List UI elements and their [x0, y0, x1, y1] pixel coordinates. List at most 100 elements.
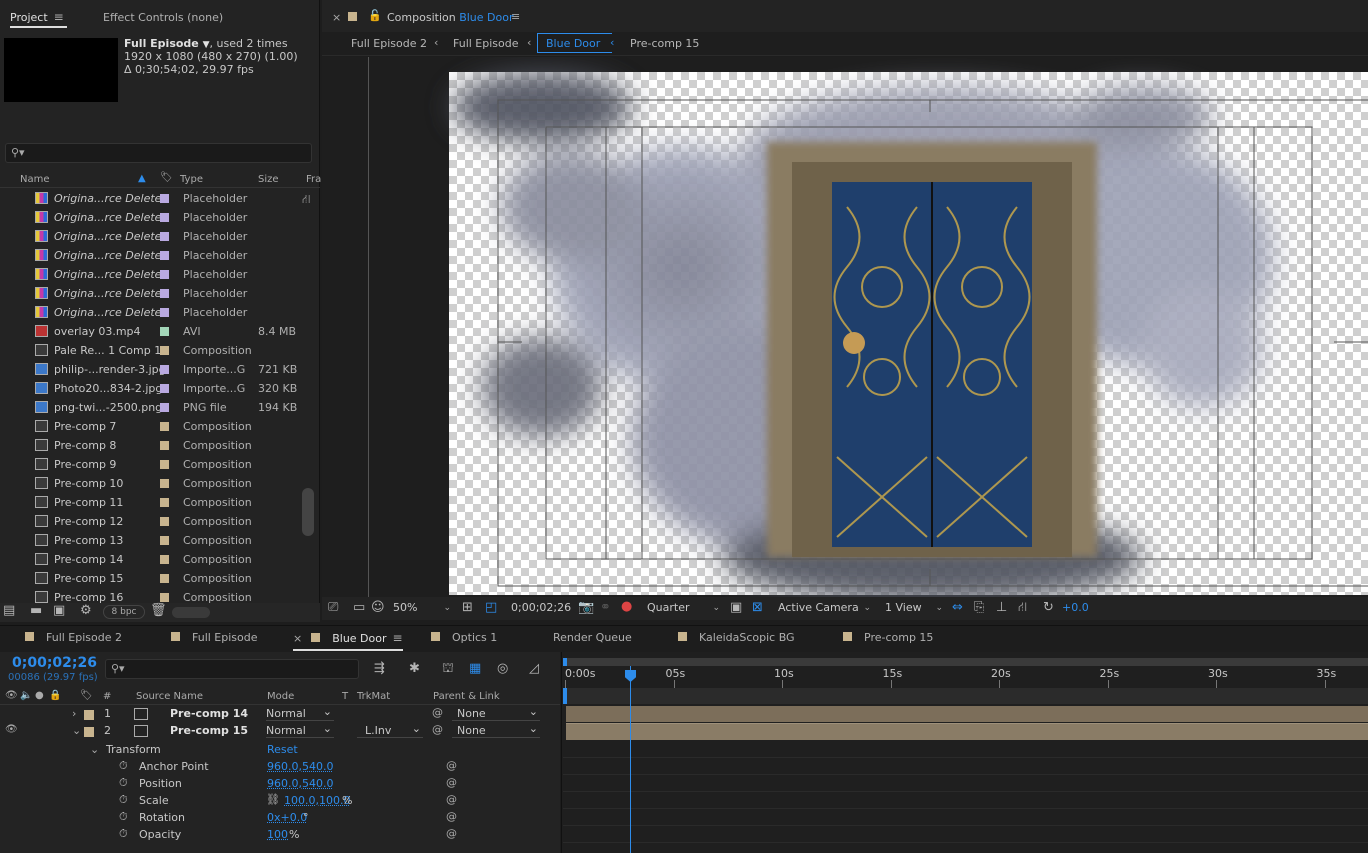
- project-item[interactable]: Origina...rce Deleted Placeholder: [0, 246, 300, 265]
- label-swatch[interactable]: [160, 365, 169, 374]
- project-item[interactable]: Pre-comp 11 Composition: [0, 493, 300, 512]
- project-item[interactable]: Pre-comp 12 Composition: [0, 512, 300, 531]
- col-fr[interactable]: Fra: [306, 174, 321, 185]
- chevron-down-icon[interactable]: ⌄: [90, 743, 99, 756]
- expression-icon[interactable]: @: [446, 776, 457, 789]
- comp-start-marker[interactable]: [563, 688, 567, 704]
- label-swatch[interactable]: [160, 517, 169, 526]
- label-swatch[interactable]: [160, 384, 169, 393]
- project-item[interactable]: Pre-comp 8 Composition: [0, 436, 300, 455]
- close-icon[interactable]: ×: [293, 632, 302, 645]
- project-item[interactable]: Pre-comp 10 Composition: [0, 474, 300, 493]
- timeline-tab[interactable]: Full Episode: [171, 631, 258, 651]
- lock-icon[interactable]: 🔓: [368, 9, 382, 22]
- label-swatch[interactable]: [160, 460, 169, 469]
- project-item[interactable]: Pre-comp 13 Composition: [0, 531, 300, 550]
- dropdown-arrow-icon[interactable]: ▼: [203, 40, 210, 50]
- project-item[interactable]: Pre-comp 14 Composition: [0, 550, 300, 569]
- timeline-search-input[interactable]: ⚲▾: [105, 659, 359, 679]
- transform-group[interactable]: ⌄ Transform Reset: [0, 742, 560, 759]
- work-area-start[interactable]: [563, 658, 567, 666]
- project-item[interactable]: Origina...rce Deleted Placeholder: [0, 189, 300, 208]
- project-item[interactable]: overlay 03.mp4 AVI 8.4 MB: [0, 322, 300, 341]
- transform-property[interactable]: ⏱ Scale ⛓ 100.0,100.0% @: [0, 793, 560, 810]
- draft-3d-icon[interactable]: ✱: [409, 661, 420, 676]
- mode-select[interactable]: Normal ⌄: [266, 722, 334, 738]
- audio-icon[interactable]: 🔈: [20, 690, 32, 701]
- property-value[interactable]: 960.0,540.0: [267, 760, 333, 773]
- timeline-tab[interactable]: Optics 1: [431, 631, 497, 651]
- layer-bar-precomp-14[interactable]: [566, 706, 1368, 722]
- label-swatch[interactable]: [160, 479, 169, 488]
- expression-icon[interactable]: @: [446, 793, 457, 806]
- color-channel-icon[interactable]: ●: [621, 599, 632, 614]
- timeline-tab[interactable]: Pre-comp 15: [843, 631, 933, 651]
- views-select[interactable]: 1 View ⌄: [885, 599, 945, 617]
- chevron-right-icon[interactable]: ›: [72, 707, 76, 720]
- label-swatch[interactable]: [160, 327, 169, 336]
- label-swatch[interactable]: [160, 555, 169, 564]
- layer-bar-precomp-15[interactable]: [566, 723, 1368, 740]
- trash-icon[interactable]: 🗑: [150, 603, 167, 618]
- project-item[interactable]: Origina...rce Deleted Placeholder: [0, 227, 300, 246]
- reset-link[interactable]: Reset: [267, 743, 298, 756]
- transform-property[interactable]: ⏱ Rotation 0x+0.0 ° @: [0, 810, 560, 827]
- property-value[interactable]: 0x+0.0: [267, 811, 307, 824]
- col-trkmat[interactable]: TrkMat: [357, 691, 390, 702]
- label-swatch[interactable]: [160, 422, 169, 431]
- label-swatch[interactable]: [160, 536, 169, 545]
- col-mode[interactable]: Mode: [267, 691, 294, 702]
- timeline-tab[interactable]: KaleidaScopic BG: [678, 631, 795, 651]
- constrain-link-icon[interactable]: ⛓: [266, 793, 280, 806]
- col-source-name[interactable]: Source Name: [136, 691, 203, 702]
- parent-select[interactable]: None ⌄: [452, 722, 540, 738]
- label-tag-icon[interactable]: 🏷: [80, 690, 93, 701]
- label-swatch[interactable]: [160, 441, 169, 450]
- layer-row[interactable]: › 1 Pre-comp 14 Normal ⌄ @ None ⌄: [0, 705, 560, 723]
- close-icon[interactable]: ×: [332, 11, 341, 24]
- project-item[interactable]: Origina...rce Deleted Placeholder: [0, 284, 300, 303]
- project-item[interactable]: philip-...render-3.jpg Importe...G 721 KB: [0, 360, 300, 379]
- comp-mini-flowchart-icon[interactable]: ⇶: [374, 661, 385, 676]
- search-input[interactable]: ⚲▾: [5, 143, 312, 163]
- breadcrumb-item[interactable]: Full Episode 2: [351, 37, 427, 50]
- region-of-interest-icon[interactable]: ◰: [485, 600, 497, 615]
- lock-icon[interactable]: 🔒: [49, 690, 61, 701]
- label-swatch[interactable]: [160, 194, 169, 203]
- grid-guide-icon[interactable]: ⊞: [462, 600, 473, 615]
- pickwhip-icon[interactable]: @: [432, 706, 443, 719]
- project-item[interactable]: png-twi...-2500.png PNG file 194 KB: [0, 398, 300, 417]
- shy-layers-icon[interactable]: ⛫: [442, 661, 454, 678]
- col-type[interactable]: Type: [180, 174, 203, 185]
- project-item[interactable]: Pre-comp 16 Composition: [0, 588, 300, 603]
- resolution-select[interactable]: Quarter ⌄: [647, 599, 722, 617]
- layer-label-swatch[interactable]: [84, 727, 94, 737]
- project-item[interactable]: Origina...rce Deleted Placeholder: [0, 265, 300, 284]
- solo-icon[interactable]: ●: [35, 690, 44, 701]
- interpret-footage-icon[interactable]: ▤: [3, 603, 15, 618]
- breadcrumb-item-active[interactable]: Blue Door: [537, 33, 612, 53]
- layer-label-swatch[interactable]: [84, 710, 94, 720]
- stopwatch-icon[interactable]: ⏱: [119, 776, 128, 790]
- flowchart-icon[interactable]: ⛙: [302, 192, 310, 208]
- timeline-tab[interactable]: Full Episode 2: [25, 631, 122, 651]
- stopwatch-icon[interactable]: ⏱: [119, 827, 128, 841]
- project-item[interactable]: Pre-comp 9 Composition: [0, 455, 300, 474]
- menu-icon[interactable]: ≡: [54, 10, 64, 24]
- project-item[interactable]: Pre-comp 15 Composition: [0, 569, 300, 588]
- expression-icon[interactable]: @: [446, 827, 457, 840]
- menu-icon[interactable]: ≡: [511, 10, 520, 23]
- trkmat-select[interactable]: L.Inv ⌄: [357, 722, 423, 738]
- fast-previews-icon[interactable]: ▣: [730, 600, 742, 615]
- mode-select[interactable]: Normal ⌄: [266, 705, 334, 721]
- project-item[interactable]: Pre-comp 7 Composition: [0, 417, 300, 436]
- zoom-select[interactable]: 50% ⌄: [393, 599, 453, 617]
- menu-icon[interactable]: ≡: [393, 631, 403, 645]
- 3d-draft-icon[interactable]: ⎘: [974, 600, 984, 615]
- new-folder-icon[interactable]: ▬: [30, 603, 42, 618]
- new-composition-icon[interactable]: ▣: [53, 603, 65, 618]
- camera-select[interactable]: Active Camera ⌄: [778, 599, 873, 617]
- label-tag-icon[interactable]: 🏷: [160, 172, 173, 183]
- label-swatch[interactable]: [160, 593, 169, 602]
- breadcrumb-item[interactable]: Pre-comp 15: [630, 37, 699, 50]
